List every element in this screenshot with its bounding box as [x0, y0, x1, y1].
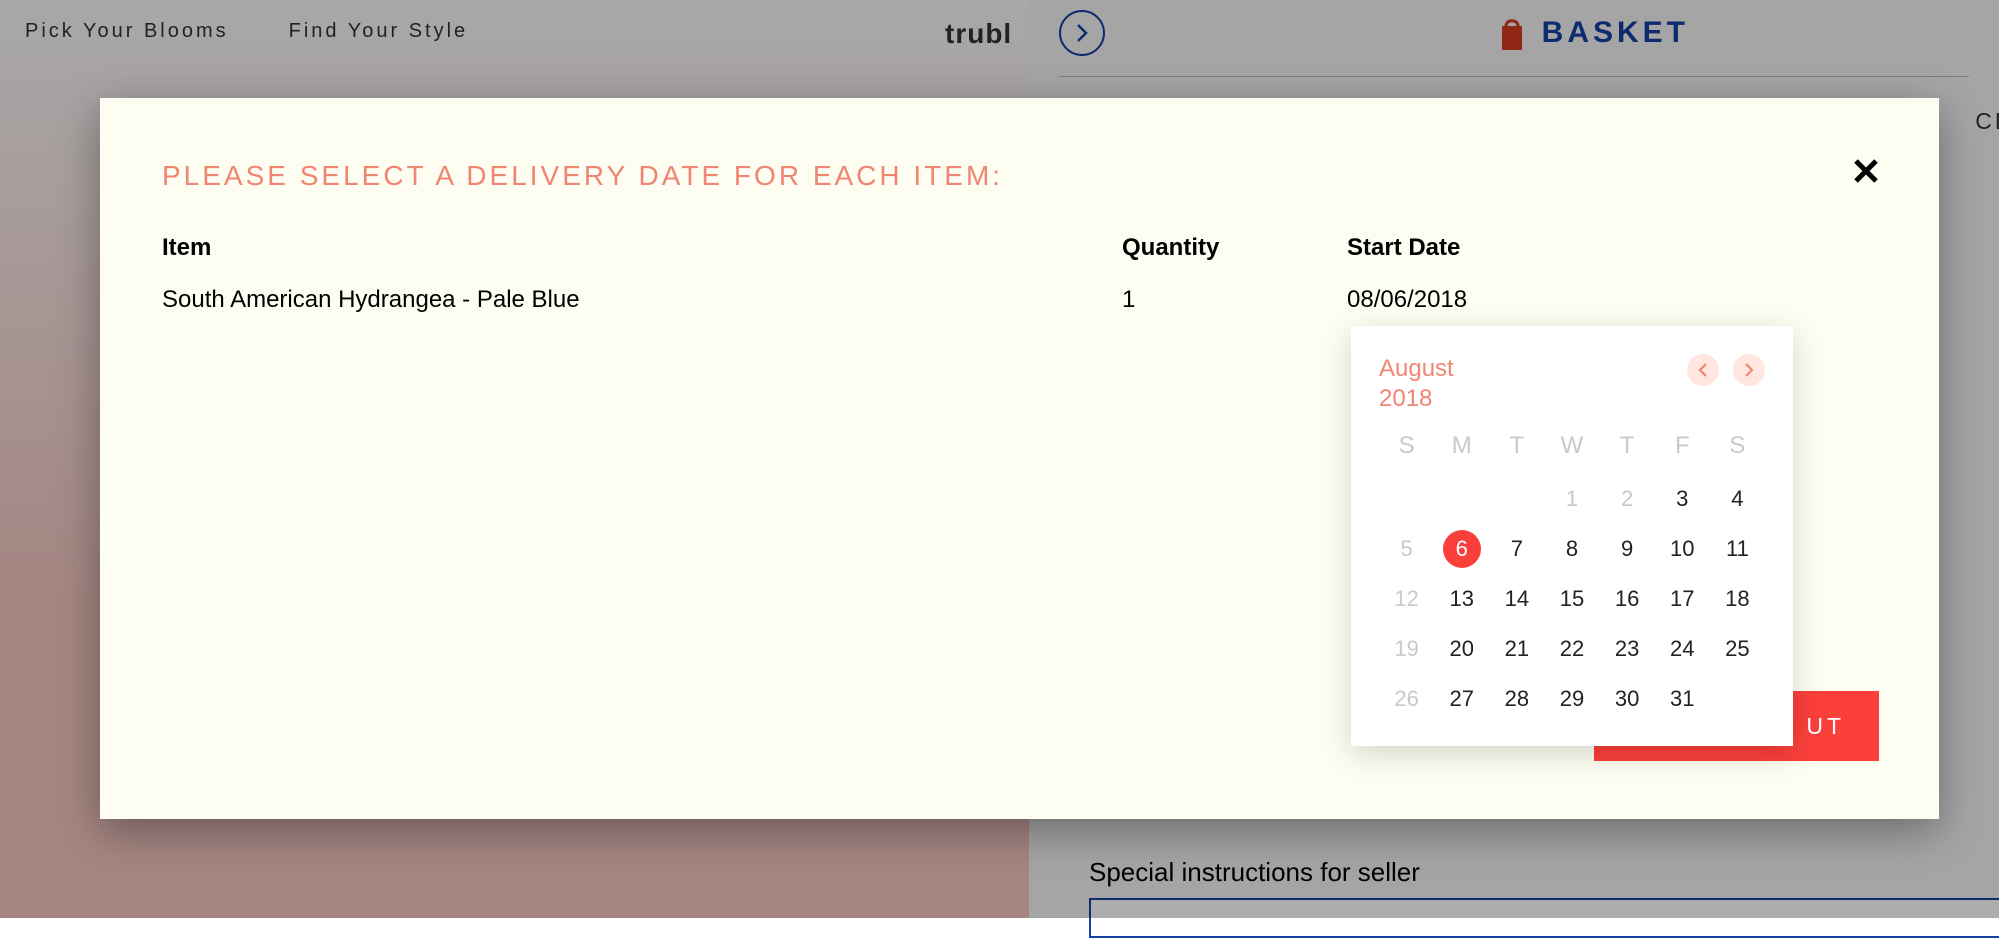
calendar-prev-button[interactable] [1687, 354, 1719, 386]
calendar-day: 5 [1379, 532, 1434, 566]
calendar-nav [1687, 354, 1765, 386]
calendar-month-year: August 2018 [1379, 354, 1454, 414]
col-quantity: Quantity [1122, 234, 1347, 262]
calendar-day: 26 [1379, 682, 1434, 716]
date-picker: August 2018 SMTWTFS123456789101112131415… [1351, 326, 1793, 746]
calendar-day[interactable]: 23 [1600, 632, 1655, 666]
item-name: South American Hydrangea - Pale Blue [162, 286, 1122, 314]
table-header: Item Quantity Start Date [162, 234, 1877, 262]
item-qty: 1 [1122, 286, 1347, 314]
calendar-day[interactable]: 18 [1710, 582, 1765, 616]
calendar-day[interactable]: 24 [1655, 632, 1710, 666]
calendar-day: 1 [1544, 482, 1599, 516]
calendar-blank [1489, 482, 1544, 516]
item-date[interactable]: 08/06/2018 [1347, 286, 1877, 314]
calendar-day[interactable]: 6 [1443, 530, 1481, 568]
calendar-dow: S [1379, 432, 1434, 466]
col-item: Item [162, 234, 1122, 262]
checkout-label-fragment: UT [1806, 713, 1845, 740]
calendar-day[interactable]: 28 [1489, 682, 1544, 716]
calendar-day[interactable]: 21 [1489, 632, 1544, 666]
calendar-header: August 2018 [1379, 354, 1765, 414]
calendar-day: 19 [1379, 632, 1434, 666]
calendar-year: 2018 [1379, 384, 1454, 414]
calendar-day[interactable]: 15 [1544, 582, 1599, 616]
calendar-day[interactable]: 25 [1710, 632, 1765, 666]
calendar-blank [1379, 482, 1434, 516]
calendar-day[interactable]: 7 [1489, 532, 1544, 566]
col-start-date: Start Date [1347, 234, 1877, 262]
calendar-dow: M [1434, 432, 1489, 466]
calendar-day[interactable]: 20 [1434, 632, 1489, 666]
table-row: South American Hydrangea - Pale Blue 1 0… [162, 286, 1877, 314]
calendar-day[interactable]: 8 [1544, 532, 1599, 566]
calendar-blank [1434, 482, 1489, 516]
calendar-dow: F [1655, 432, 1710, 466]
chevron-right-icon [1744, 363, 1754, 377]
calendar-day[interactable]: 16 [1600, 582, 1655, 616]
items-table: Item Quantity Start Date South American … [162, 234, 1877, 314]
delivery-date-modal: PLEASE SELECT A DELIVERY DATE FOR EACH I… [100, 98, 1939, 819]
calendar-dow: T [1489, 432, 1544, 466]
calendar-dow: T [1600, 432, 1655, 466]
calendar-day[interactable]: 17 [1655, 582, 1710, 616]
calendar-day[interactable]: 14 [1489, 582, 1544, 616]
calendar-day[interactable]: 3 [1655, 482, 1710, 516]
calendar-dow: W [1544, 432, 1599, 466]
calendar-day: 12 [1379, 582, 1434, 616]
calendar-next-button[interactable] [1733, 354, 1765, 386]
calendar-day[interactable]: 22 [1544, 632, 1599, 666]
calendar-day[interactable]: 29 [1544, 682, 1599, 716]
calendar-day[interactable]: 11 [1710, 532, 1765, 566]
modal-title: PLEASE SELECT A DELIVERY DATE FOR EACH I… [162, 160, 1877, 192]
calendar-day[interactable]: 31 [1655, 682, 1710, 716]
calendar-day[interactable]: 27 [1434, 682, 1489, 716]
close-modal-button[interactable] [1853, 154, 1879, 193]
calendar-dow: S [1710, 432, 1765, 466]
calendar-day[interactable]: 13 [1434, 582, 1489, 616]
calendar-grid: SMTWTFS123456789101112131415161718192021… [1379, 432, 1765, 716]
calendar-day[interactable]: 30 [1600, 682, 1655, 716]
calendar-month: August [1379, 354, 1454, 384]
calendar-day[interactable]: 10 [1655, 532, 1710, 566]
calendar-day[interactable]: 9 [1600, 532, 1655, 566]
chevron-left-icon [1698, 363, 1708, 377]
calendar-day[interactable]: 4 [1710, 482, 1765, 516]
calendar-day: 2 [1600, 482, 1655, 516]
close-icon [1853, 158, 1879, 184]
